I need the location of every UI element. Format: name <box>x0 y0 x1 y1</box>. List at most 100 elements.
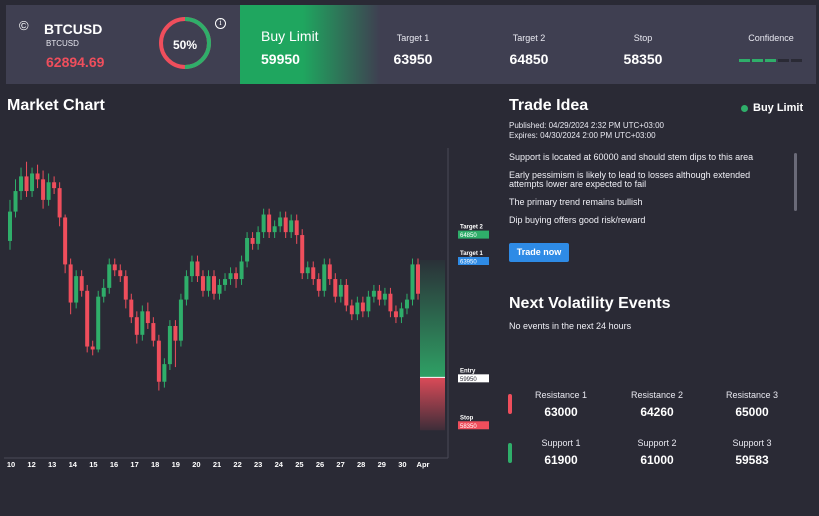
candle-body <box>388 293 393 312</box>
x-tick-label: 10 <box>7 460 15 469</box>
candle-body <box>410 264 415 300</box>
candle-body <box>212 276 216 294</box>
candle-body <box>294 220 299 236</box>
resistance-1-label: Resistance 1 <box>534 390 588 400</box>
candle-body <box>366 296 371 312</box>
target1-level-label: Target 1 <box>460 251 484 257</box>
published-date: Published: 04/29/2024 2:32 PM UTC+03:00 <box>509 121 664 130</box>
confidence-bar <box>778 59 789 62</box>
candle-body <box>189 261 194 277</box>
candle-body <box>416 264 420 294</box>
candle-body <box>267 214 272 233</box>
candle-body <box>156 340 161 382</box>
candle-body <box>382 293 387 300</box>
resistance-marker <box>508 394 512 414</box>
symbol-subtitle: BTCUSD <box>46 39 79 48</box>
candle-body <box>41 179 46 200</box>
target2-label: Target 2 <box>512 33 546 43</box>
candle-body <box>261 214 266 233</box>
expires-date: Expires: 04/30/2024 2:00 PM UTC+03:00 <box>509 131 656 140</box>
trade-now-button[interactable]: Trade now <box>509 243 569 262</box>
support-2-label: Support 2 <box>637 438 677 448</box>
candle-body <box>79 276 84 291</box>
x-tick-label: 13 <box>48 460 56 469</box>
candle-body <box>234 273 239 280</box>
info-icon[interactable]: i <box>215 18 226 29</box>
candle-body <box>19 176 24 192</box>
target1-label: Target 1 <box>396 33 430 43</box>
trade-idea-item: Support is located at 60000 and should s… <box>509 152 754 162</box>
candle-body <box>195 261 200 277</box>
candle-body <box>322 264 327 291</box>
stop-value: 58350 <box>623 51 663 67</box>
candle-body <box>90 346 95 350</box>
candle-body <box>223 279 228 285</box>
volatility-title: Next Volatility Events <box>509 295 671 312</box>
support-3-label: Support 3 <box>732 438 772 448</box>
copyright-logo-icon: © <box>19 18 29 33</box>
x-tick-label: 29 <box>378 460 386 469</box>
candle-body <box>57 188 62 218</box>
ideas-scrollbar[interactable] <box>794 153 797 211</box>
support-2-value: 61000 <box>640 453 674 467</box>
x-tick-label: 24 <box>275 460 284 469</box>
candle-body <box>112 264 117 271</box>
candle-body <box>272 226 277 233</box>
x-tick-label: 12 <box>27 460 35 469</box>
candle-body <box>316 279 321 291</box>
candle-body <box>250 238 255 244</box>
summary-bar: © BTCUSD BTCUSD 62894.69 50% i Buy Limit… <box>6 5 816 84</box>
volatility-subtitle: No events in the next 24 hours <box>509 321 632 331</box>
candle-body <box>355 302 360 315</box>
x-tick-label: 14 <box>69 460 78 469</box>
candle-body <box>96 296 101 350</box>
x-tick-label: 23 <box>254 460 262 469</box>
loss-zone <box>420 377 445 431</box>
trade-idea-item: Early pessimism is likely to lead to los… <box>509 170 751 189</box>
candle-body <box>13 191 18 212</box>
confidence-label: Confidence <box>748 33 794 43</box>
confidence-bar <box>739 59 750 62</box>
target1-value: 63950 <box>393 51 433 67</box>
resistance-2: Resistance 2 64260 <box>617 390 697 419</box>
market-chart[interactable]: Target 2 64850 Target 1 63950 Entry 59950 Stop… <box>0 140 500 475</box>
profit-zone <box>420 260 445 378</box>
candle-body <box>305 267 310 274</box>
entry-level-value: 59950 <box>460 377 477 383</box>
x-tick-label: 26 <box>316 460 324 469</box>
candle-body <box>68 264 73 303</box>
candle-body <box>173 326 178 341</box>
candle-body <box>24 176 29 192</box>
candle-body <box>344 284 349 306</box>
buy-limit-value: 59950 <box>261 51 300 67</box>
candle-body <box>167 326 172 365</box>
x-tick-label: 25 <box>295 460 303 469</box>
market-chart-title: Market Chart <box>7 97 105 114</box>
x-tick-label: 28 <box>357 460 365 469</box>
candle-body <box>289 220 294 233</box>
trade-idea-title: Trade Idea <box>509 97 589 114</box>
candle-body <box>178 299 183 341</box>
confidence-bar <box>791 59 802 62</box>
target2-value: 64850 <box>509 51 549 67</box>
candle-body <box>63 217 68 265</box>
candle-body <box>404 299 409 309</box>
x-tick-label: 17 <box>130 460 138 469</box>
support-1: Support 1 61900 <box>521 438 601 467</box>
x-tick-label: 27 <box>336 460 344 469</box>
candle-body <box>377 290 382 300</box>
x-tick-label: 15 <box>89 460 97 469</box>
trade-idea-item: The primary trend remains bullish <box>509 197 643 207</box>
resistance-1: Resistance 1 63000 <box>521 390 601 419</box>
x-tick-label: 19 <box>172 460 180 469</box>
candle-body <box>30 173 35 192</box>
support-3-value: 59583 <box>735 453 769 467</box>
candle-body <box>399 308 404 318</box>
stop-level-value: 58350 <box>460 424 477 430</box>
x-tick-label: 20 <box>192 460 200 469</box>
symbol-name: BTCUSD <box>44 21 103 37</box>
support-1-value: 61900 <box>544 453 578 467</box>
candle-body <box>200 276 205 291</box>
candle-body <box>107 264 112 288</box>
candle-body <box>118 270 123 277</box>
